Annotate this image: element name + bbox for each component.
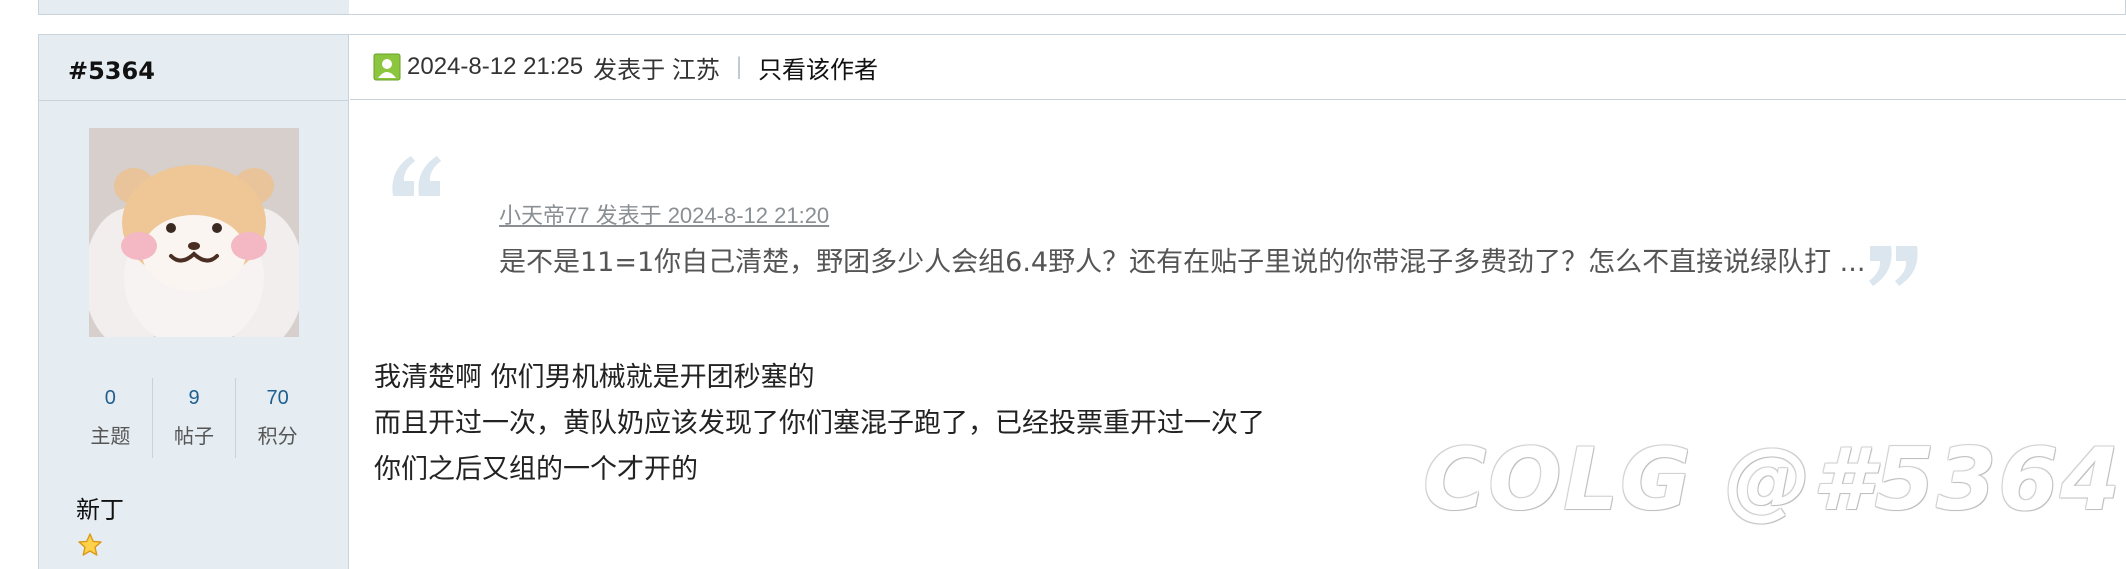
meta-separator: | [735, 53, 743, 80]
post-body: 我清楚啊 你们男机械就是开团秒塞的 而且开过一次，黄队奶应该发现了你们塞混子跑了… [374, 355, 1265, 493]
post-number[interactable]: #5364 [68, 57, 155, 85]
user-online-icon [373, 53, 401, 81]
previous-post-bottom [38, 0, 2126, 15]
previous-post-sidebar [39, 0, 349, 14]
open-quote-icon [392, 156, 441, 196]
stat-threads[interactable]: 0 主题 [69, 378, 153, 458]
stat-threads-label: 主题 [90, 426, 131, 448]
stat-posts[interactable]: 9 帖子 [153, 378, 237, 458]
post-location: 发表于 江苏 [593, 56, 720, 84]
author-stats: 0 主题 9 帖子 70 积分 [69, 378, 319, 458]
quote-block: 小天帝77 发表于 2024-8-12 21:20 是不是11=1你自己清楚，野… [385, 148, 1925, 298]
user-rank: 新丁 [76, 496, 124, 524]
post-body-line: 而且开过一次，黄队奶应该发现了你们塞混子跑了，已经投票重开过一次了 [374, 408, 1265, 439]
stat-posts-value[interactable]: 9 [153, 382, 236, 414]
post-datetime: 2024-8-12 21:25 [407, 53, 584, 80]
hamster-avatar-image [89, 128, 299, 337]
stat-points[interactable]: 70 积分 [236, 378, 319, 458]
star-icon [78, 533, 102, 556]
only-author-link[interactable]: 只看该作者 [758, 50, 878, 85]
stat-posts-label: 帖子 [174, 426, 214, 448]
post-body-line: 我清楚啊 你们男机械就是开团秒塞的 [374, 362, 815, 393]
stat-threads-value[interactable]: 0 [69, 382, 152, 414]
stat-points-label: 积分 [257, 426, 298, 448]
stat-points-value[interactable]: 70 [236, 382, 319, 414]
quote-attribution-link[interactable]: 小天帝77 发表于 2024-8-12 21:20 [499, 198, 829, 230]
quote-text: 是不是11=1你自己清楚，野团多少人会组6.4野人？还有在贴子里说的你带混子多费… [499, 247, 1866, 278]
close-quote-icon [1869, 246, 1918, 286]
site-watermark: COLG @#5364 [1423, 430, 2122, 530]
sidebar-divider [39, 100, 349, 101]
post-meta-bar: 2024-8-12 21:25 发表于 江苏 | 只看该作者 [350, 35, 2126, 100]
avatar[interactable] [89, 128, 299, 337]
author-sidebar: #5364 0 主题 9 帖子 70 积分 新丁 [39, 35, 349, 569]
post-body-line: 你们之后又组的一个才开的 [374, 454, 698, 485]
